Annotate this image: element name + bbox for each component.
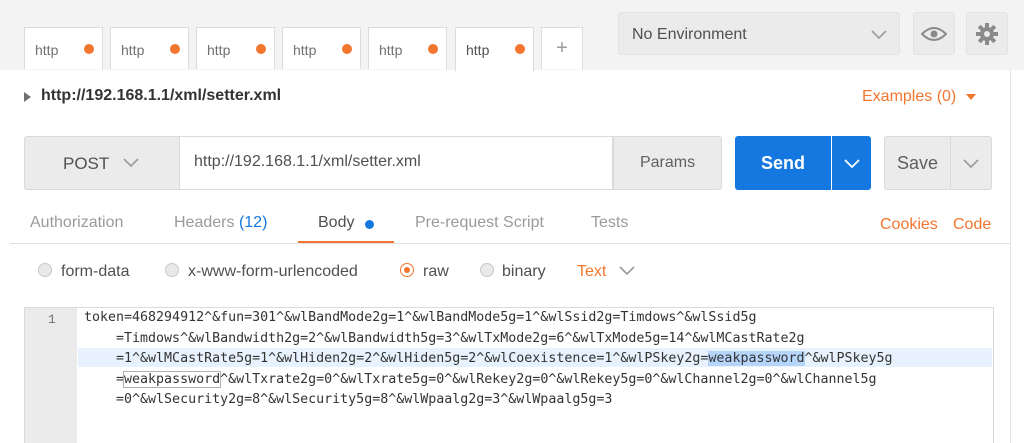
environment-label: No Environment bbox=[632, 26, 747, 43]
new-tab-button[interactable]: + bbox=[541, 27, 583, 69]
method-select[interactable]: POST bbox=[24, 136, 180, 190]
urlencoded-radio[interactable] bbox=[165, 263, 179, 277]
unsaved-dot-icon bbox=[342, 44, 352, 54]
chevron-down-icon bbox=[871, 30, 887, 40]
tab-strip: http http http http http http + bbox=[0, 0, 606, 71]
panel-edge bbox=[1010, 70, 1011, 443]
raw-radio[interactable] bbox=[400, 263, 414, 277]
chevron-down-icon bbox=[843, 159, 860, 169]
line-number: 1 bbox=[48, 312, 56, 327]
quick-look-button[interactable] bbox=[913, 12, 955, 55]
code-line: =Timdows^&wlBandwidth2g=2^&wlBandwidth5g… bbox=[84, 330, 805, 346]
form-data-label[interactable]: form-data bbox=[61, 263, 129, 281]
request-title[interactable]: http://192.168.1.1/xml/setter.xml bbox=[41, 87, 281, 105]
form-data-radio[interactable] bbox=[38, 263, 52, 277]
request-tab[interactable]: http bbox=[110, 27, 189, 69]
examples-label: Examples (0) bbox=[862, 88, 957, 105]
examples-dropdown[interactable]: Examples (0) bbox=[862, 88, 977, 106]
code-line: =0^&wlSecurity2g=8^&wlSecurity5g=8^&wlWp… bbox=[84, 392, 613, 407]
content-type-label: Text bbox=[577, 263, 607, 280]
headers-count-badge: (12) bbox=[238, 214, 268, 231]
code-link[interactable]: Code bbox=[953, 216, 991, 234]
code-line: token=468294912^&fun=301^&wlBandMode2g=1… bbox=[84, 310, 757, 325]
save-button[interactable]: Save bbox=[884, 136, 951, 190]
tab-label: http bbox=[207, 42, 231, 58]
code-text: =1^&wlMCastRate5g=1^&wlHiden2g=2^&wlHide… bbox=[84, 351, 709, 366]
environment-select[interactable]: No Environment bbox=[618, 12, 900, 55]
tab-label: http bbox=[35, 42, 59, 58]
expand-triangle-icon[interactable] bbox=[24, 92, 31, 102]
tab-body[interactable]: Body bbox=[298, 202, 394, 244]
editor-code[interactable]: token=468294912^&fun=301^&wlBandMode2g=1… bbox=[84, 308, 893, 411]
chevron-down-icon bbox=[619, 266, 635, 276]
settings-button[interactable] bbox=[966, 12, 1008, 55]
send-button[interactable]: Send bbox=[735, 136, 831, 190]
active-dot-icon bbox=[365, 220, 374, 229]
gear-icon bbox=[976, 22, 998, 45]
match-highlight: weakpassword bbox=[123, 370, 222, 388]
params-button[interactable]: Params bbox=[613, 136, 722, 190]
tab-body-label: Body bbox=[318, 214, 355, 231]
tab-headers-label: Headers bbox=[174, 214, 235, 231]
tab-label: http bbox=[379, 42, 403, 58]
save-dropdown-button[interactable] bbox=[951, 136, 992, 190]
url-input[interactable] bbox=[180, 137, 600, 187]
tab-label: http bbox=[293, 42, 317, 58]
raw-label[interactable]: raw bbox=[423, 263, 449, 281]
unsaved-dot-icon bbox=[515, 44, 525, 54]
chevron-down-icon bbox=[963, 159, 979, 169]
request-tab[interactable]: http bbox=[24, 27, 103, 69]
tab-label: http bbox=[466, 42, 490, 58]
unsaved-dot-icon bbox=[256, 44, 266, 54]
caret-down-icon bbox=[965, 94, 976, 100]
code-text: ^&wlPSkey5g bbox=[804, 351, 893, 366]
request-tab[interactable]: http bbox=[368, 27, 447, 69]
send-dropdown-button[interactable] bbox=[832, 136, 871, 190]
tabs-divider bbox=[10, 243, 1010, 244]
binary-label[interactable]: binary bbox=[502, 263, 546, 281]
tab-label: http bbox=[121, 42, 145, 58]
code-line: =1^&wlMCastRate5g=1^&wlHiden2g=2^&wlHide… bbox=[84, 349, 893, 370]
code-text: ^&wlTxrate2g=0^&wlTxrate5g=0^&wlRekey2g=… bbox=[220, 371, 877, 387]
request-tab[interactable]: http bbox=[282, 27, 361, 69]
tab-prerequest-script[interactable]: Pre-request Script bbox=[415, 214, 544, 232]
editor-gutter bbox=[25, 308, 77, 443]
request-tab-active[interactable]: http bbox=[455, 27, 534, 71]
tab-headers[interactable]: Headers (12) bbox=[174, 214, 267, 232]
binary-radio[interactable] bbox=[480, 263, 494, 277]
content-type-select[interactable]: Text bbox=[577, 263, 635, 281]
cookies-link[interactable]: Cookies bbox=[880, 216, 938, 234]
unsaved-dot-icon bbox=[84, 44, 94, 54]
code-line: =weakpassword^&wlTxrate2g=0^&wlTxrate5g=… bbox=[84, 370, 893, 391]
chevron-down-icon bbox=[123, 158, 139, 168]
code-text: = bbox=[84, 371, 125, 387]
unsaved-dot-icon bbox=[428, 44, 438, 54]
request-tab[interactable]: http bbox=[196, 27, 275, 69]
eye-icon bbox=[921, 26, 947, 41]
urlencoded-label[interactable]: x-www-form-urlencoded bbox=[188, 263, 358, 281]
method-label: POST bbox=[63, 154, 110, 173]
url-field[interactable] bbox=[180, 136, 613, 190]
selected-text: weakpassword bbox=[708, 351, 805, 366]
tab-tests[interactable]: Tests bbox=[591, 214, 628, 232]
unsaved-dot-icon bbox=[170, 44, 180, 54]
tab-authorization[interactable]: Authorization bbox=[30, 214, 123, 232]
